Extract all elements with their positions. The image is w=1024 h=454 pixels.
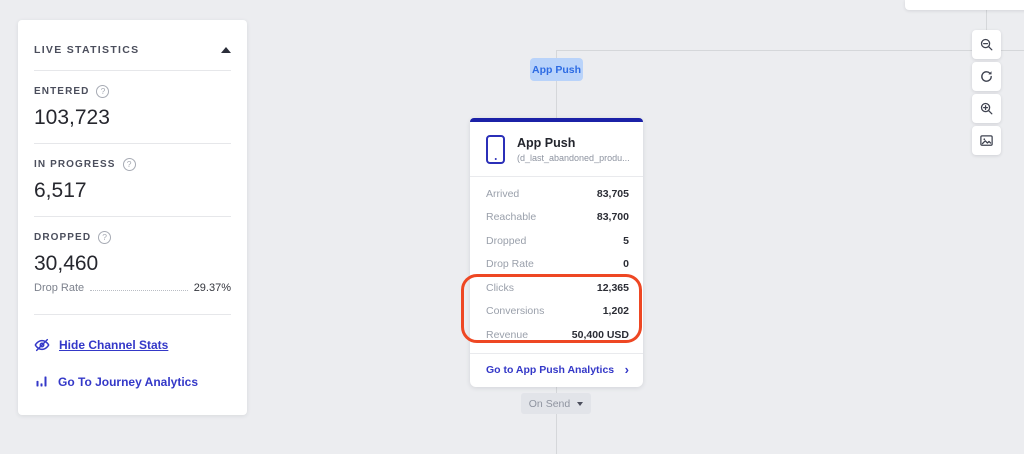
stat-value: 50,400 USD bbox=[572, 329, 629, 341]
hide-channel-stats-link[interactable]: Hide Channel Stats bbox=[34, 337, 231, 353]
help-icon[interactable] bbox=[96, 85, 109, 98]
zoom-in-button[interactable] bbox=[972, 94, 1001, 123]
app-push-analytics-link[interactable]: Go to App Push Analytics › bbox=[470, 354, 643, 387]
stat-row-revenue: Revenue 50,400 USD bbox=[470, 323, 643, 347]
on-send-dropdown[interactable]: On Send bbox=[521, 393, 591, 414]
panel-title: LIVE STATISTICS bbox=[34, 44, 139, 56]
dropped-section: DROPPED 30,460 Drop Rate 29.37% bbox=[34, 217, 231, 310]
zoom-in-icon bbox=[979, 101, 994, 116]
stat-value: 83,700 bbox=[597, 211, 629, 223]
live-statistics-panel: LIVE STATISTICS ENTERED 103,723 IN PROGR… bbox=[18, 20, 247, 415]
stat-label: Reachable bbox=[486, 211, 536, 223]
stat-label: Dropped bbox=[486, 235, 526, 247]
offscreen-node-fragment bbox=[905, 0, 1024, 10]
dropped-label: DROPPED bbox=[34, 232, 91, 243]
refresh-icon bbox=[979, 69, 994, 84]
refresh-button[interactable] bbox=[972, 62, 1001, 91]
node-stats: Arrived 83,705 Reachable 83,700 Dropped … bbox=[470, 177, 643, 353]
entered-value: 103,723 bbox=[34, 106, 231, 143]
drop-rate-row: Drop Rate 29.37% bbox=[34, 282, 231, 310]
chevron-right-icon: › bbox=[625, 365, 629, 375]
bar-chart-icon bbox=[34, 374, 49, 389]
snapshot-button[interactable] bbox=[972, 126, 1001, 155]
canvas-toolbar bbox=[972, 30, 1001, 158]
journey-analytics-label: Go To Journey Analytics bbox=[58, 375, 198, 389]
dotted-leader bbox=[90, 290, 188, 291]
chevron-down-icon bbox=[577, 402, 583, 406]
in-progress-label: IN PROGRESS bbox=[34, 159, 116, 170]
zoom-out-icon bbox=[979, 37, 994, 52]
stat-value: 1,202 bbox=[603, 305, 629, 317]
app-push-node-card: App Push (d_last_abandoned_produ... Arri… bbox=[470, 118, 643, 387]
stat-label: Conversions bbox=[486, 305, 544, 317]
stat-row-arrived: Arrived 83,705 bbox=[470, 182, 643, 206]
stat-label: Revenue bbox=[486, 329, 528, 341]
journey-analytics-link[interactable]: Go To Journey Analytics bbox=[34, 374, 231, 389]
collapse-caret-icon[interactable] bbox=[221, 47, 231, 53]
stat-label: Arrived bbox=[486, 188, 519, 200]
stat-value: 0 bbox=[623, 258, 629, 270]
on-send-label: On Send bbox=[529, 398, 570, 410]
hide-channel-stats-label: Hide Channel Stats bbox=[59, 338, 168, 352]
phone-icon bbox=[486, 135, 505, 164]
zoom-out-button[interactable] bbox=[972, 30, 1001, 59]
stat-value: 83,705 bbox=[597, 188, 629, 200]
stat-value: 12,365 bbox=[597, 282, 629, 294]
app-push-analytics-label: Go to App Push Analytics bbox=[486, 364, 614, 376]
node-header[interactable]: App Push (d_last_abandoned_produ... bbox=[470, 122, 643, 176]
help-icon[interactable] bbox=[123, 158, 136, 171]
entered-label: ENTERED bbox=[34, 86, 89, 97]
stat-row-clicks: Clicks 12,365 bbox=[470, 276, 643, 300]
branch-connector-horizontal bbox=[556, 50, 1024, 51]
dropped-value: 30,460 bbox=[34, 252, 231, 280]
entered-section: ENTERED 103,723 bbox=[34, 71, 231, 143]
in-progress-section: IN PROGRESS 6,517 bbox=[34, 144, 231, 216]
eye-off-icon bbox=[34, 337, 50, 353]
stat-row-conversions: Conversions 1,202 bbox=[470, 300, 643, 324]
stat-row-reachable: Reachable 83,700 bbox=[470, 206, 643, 230]
stat-label: Clicks bbox=[486, 282, 514, 294]
drop-rate-label: Drop Rate bbox=[34, 282, 84, 294]
stat-row-dropped: Dropped 5 bbox=[470, 229, 643, 253]
node-title: App Push bbox=[517, 136, 630, 150]
branch-chip-app-push[interactable]: App Push bbox=[530, 58, 583, 81]
node-subtitle: (d_last_abandoned_produ... bbox=[517, 153, 630, 163]
stat-value: 5 bbox=[623, 235, 629, 247]
stat-row-drop-rate: Drop Rate 0 bbox=[470, 253, 643, 277]
drop-rate-value: 29.37% bbox=[194, 282, 231, 294]
image-icon bbox=[979, 133, 994, 148]
stat-label: Drop Rate bbox=[486, 258, 534, 270]
in-progress-value: 6,517 bbox=[34, 179, 231, 216]
help-icon[interactable] bbox=[98, 231, 111, 244]
